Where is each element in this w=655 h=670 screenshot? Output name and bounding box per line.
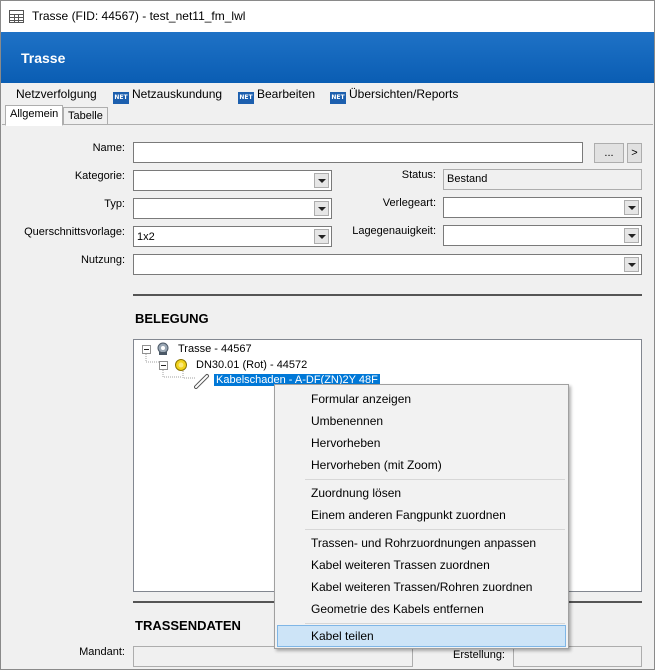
cable-icon <box>194 373 210 392</box>
window-title: Trasse (FID: 44567) - test_net11_fm_lwl <box>32 9 246 23</box>
mandant-label: Mandant: <box>79 646 125 658</box>
ctx-hervorheben-zoom[interactable]: Hervorheben (mit Zoom) <box>277 454 566 476</box>
ctx-separator <box>305 623 565 624</box>
ctx-fangpunkt-zuordnen[interactable]: Einem anderen Fangpunkt zuordnen <box>277 504 566 526</box>
ctx-geometrie-entfernen[interactable]: Geometrie des Kabels entfernen <box>277 598 566 620</box>
form-title: Trasse <box>21 50 66 66</box>
tree-item-trasse[interactable]: Trasse - 44567 <box>178 343 252 355</box>
ctx-hervorheben[interactable]: Hervorheben <box>277 432 566 454</box>
chevron-down-icon[interactable] <box>624 257 639 272</box>
menu-bar: Netzverfolgung NET Netzauskundung NET Bear… <box>1 83 654 105</box>
table-icon <box>9 10 24 23</box>
lagegenauigkeit-label: Lagegenauigkeit: <box>352 225 436 237</box>
menu-label: Übersichten/Reports <box>349 87 459 101</box>
belegung-title: BELEGUNG <box>135 311 209 326</box>
app-window: Trasse (FID: 44567) - test_net11_fm_lwl … <box>0 0 655 670</box>
tree-item-rohr[interactable]: DN30.01 (Rot) - 44572 <box>196 359 307 371</box>
menu-label: Bearbeiten <box>257 87 316 101</box>
menu-label: Netzverfolgung <box>16 87 97 101</box>
ctx-trassen-rohren-zuordnen[interactable]: Kabel weiteren Trassen/Rohren zuordnen <box>277 576 566 598</box>
ctx-zuordnungen-anpassen[interactable]: Trassen- und Rohrzuordnungen anpassen <box>277 532 566 554</box>
ctx-zuordnung-loesen[interactable]: Zuordnung lösen <box>277 482 566 504</box>
tab-allgemein[interactable]: Allgemein <box>5 105 64 126</box>
lagegenauigkeit-combo[interactable] <box>443 225 642 246</box>
name-label: Name: <box>92 142 125 154</box>
form-header: Trasse <box>1 32 654 83</box>
querschnitt-combo[interactable]: 1x2 <box>133 226 332 247</box>
net-icon: NET <box>113 92 129 104</box>
ctx-formular-anzeigen[interactable]: Formular anzeigen <box>277 388 566 410</box>
ctx-trassen-zuordnen[interactable]: Kabel weiteren Trassen zuordnen <box>277 554 566 576</box>
chevron-down-icon[interactable] <box>314 173 329 188</box>
verlegeart-combo[interactable] <box>443 197 642 218</box>
typ-label: Typ: <box>104 198 125 210</box>
menu-netzauskundung[interactable]: NET Netzauskundung <box>113 87 222 104</box>
net-icon: NET <box>330 92 346 104</box>
browse-button[interactable]: ... <box>594 143 624 163</box>
chevron-down-icon[interactable] <box>314 229 329 244</box>
tab-strip: Allgemein Tabelle <box>1 105 654 126</box>
chevron-down-icon[interactable] <box>624 200 639 215</box>
menu-bearbeiten[interactable]: NET Bearbeiten <box>238 87 315 104</box>
querschnitt-label: Querschnittsvorlage: <box>24 226 125 238</box>
menu-netzverfolgung[interactable]: Netzverfolgung <box>16 87 97 101</box>
title-bar: Trasse (FID: 44567) - test_net11_fm_lwl <box>1 1 654 32</box>
nutzung-combo[interactable] <box>133 254 642 275</box>
chevron-down-icon[interactable] <box>624 228 639 243</box>
net-icon: NET <box>238 92 254 104</box>
chevron-down-icon[interactable] <box>314 201 329 216</box>
trasse-icon <box>156 342 170 359</box>
erstellung-label: Erstellung: <box>453 649 505 661</box>
kategorie-label: Kategorie: <box>74 170 125 182</box>
menu-uebersichten-reports[interactable]: NET Übersichten/Reports <box>330 87 458 104</box>
verlegeart-label: Verlegeart: <box>382 197 436 209</box>
status-field: Bestand <box>443 169 642 190</box>
next-button[interactable]: > <box>627 143 642 163</box>
ctx-umbenennen[interactable]: Umbenennen <box>277 410 566 432</box>
mandant-field <box>133 646 413 667</box>
trassendaten-title: TRASSENDATEN <box>135 618 241 633</box>
collapse-icon[interactable] <box>142 345 151 354</box>
pipe-yellow-circle-icon <box>174 358 188 375</box>
kategorie-combo[interactable] <box>133 170 332 191</box>
menu-label: Netzauskundung <box>132 87 223 101</box>
erstellung-field <box>513 646 642 667</box>
ctx-kabel-teilen[interactable]: Kabel teilen <box>277 625 566 647</box>
ctx-separator <box>305 529 565 530</box>
querschnitt-value: 1x2 <box>137 231 155 243</box>
status-label: Status: <box>401 169 436 181</box>
section-divider <box>133 294 642 296</box>
name-field[interactable] <box>133 142 583 163</box>
ctx-separator <box>305 479 565 480</box>
nutzung-label: Nutzung: <box>80 254 125 266</box>
collapse-icon[interactable] <box>159 361 168 370</box>
typ-combo[interactable] <box>133 198 332 219</box>
context-menu: Formular anzeigen Umbenennen Hervorheben… <box>274 384 569 649</box>
